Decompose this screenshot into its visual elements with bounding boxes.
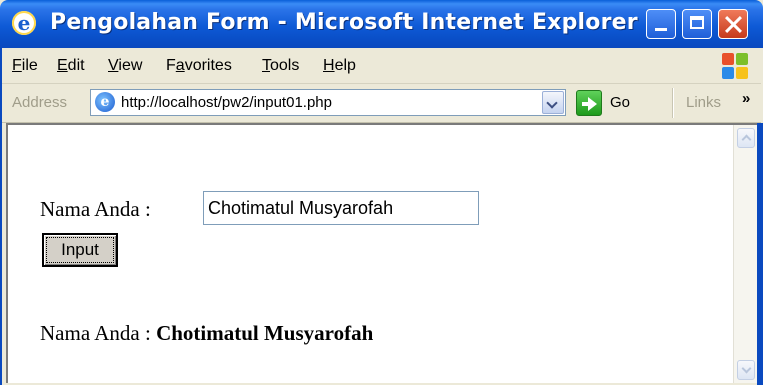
vertical-scrollbar[interactable] (733, 125, 757, 383)
windows-logo-icon (722, 53, 748, 79)
chevron-more-icon[interactable]: » (742, 90, 750, 107)
name-input[interactable] (203, 191, 479, 225)
page-content: Nama Anda : Input Nama Anda : Chotimatul… (8, 125, 733, 383)
window-title: Pengolahan Form - Microsoft Internet Exp… (50, 10, 638, 35)
ie-icon: e (95, 92, 115, 112)
title-bar[interactable]: e Pengolahan Form - Microsoft Internet E… (0, 0, 763, 48)
go-label: Go (610, 94, 631, 111)
result-line: Nama Anda : Chotimatul Musyarofah (40, 321, 373, 346)
address-field[interactable]: e http://localhost/pw2/input01.php (90, 89, 566, 116)
scroll-down-button[interactable] (737, 360, 755, 380)
address-dropdown-button[interactable] (542, 91, 564, 114)
maximize-button[interactable] (682, 9, 712, 39)
result-prefix: Nama Anda : (40, 321, 151, 345)
result-value: Chotimatul Musyarofah (156, 321, 374, 345)
links-button[interactable]: Links (686, 94, 721, 111)
menu-file[interactable]: File (12, 57, 38, 75)
address-label: Address (12, 94, 68, 111)
close-button[interactable] (718, 9, 748, 39)
page-viewport: Nama Anda : Input Nama Anda : Chotimatul… (6, 123, 757, 383)
minimize-button[interactable] (646, 9, 676, 39)
menu-bar: File Edit View Favorites Tools Help (2, 48, 761, 84)
scroll-up-button[interactable] (737, 128, 755, 148)
name-label: Nama Anda : (40, 197, 151, 221)
menu-favorites[interactable]: Favorites (166, 57, 232, 75)
menu-edit[interactable]: Edit (57, 57, 85, 75)
address-bar: Address e http://localhost/pw2/input01.p… (2, 84, 761, 123)
menu-tools[interactable]: Tools (262, 57, 299, 75)
input-button[interactable]: Input (42, 233, 118, 267)
go-button[interactable]: Go (576, 90, 666, 116)
toolbar-separator (672, 88, 674, 118)
window-right-border (757, 123, 763, 385)
browser-window: e Pengolahan Form - Microsoft Internet E… (0, 0, 763, 385)
menu-help[interactable]: Help (323, 57, 356, 75)
go-arrow-icon (576, 90, 602, 116)
address-url: http://localhost/pw2/input01.php (121, 94, 332, 111)
menu-view[interactable]: View (108, 57, 142, 75)
ie-page-icon: e (12, 11, 36, 35)
